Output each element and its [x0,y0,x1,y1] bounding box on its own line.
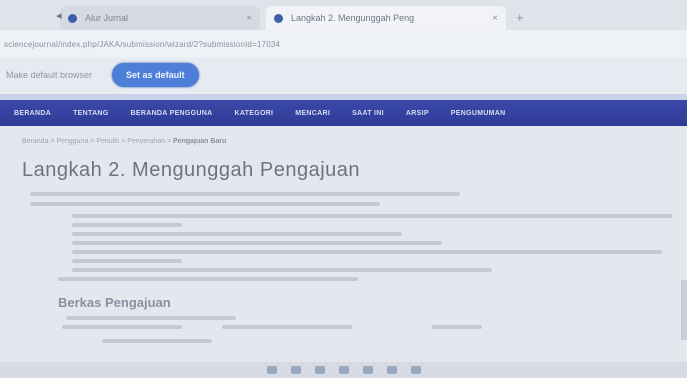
scrollbar[interactable] [681,280,687,340]
wizard-steps-line [30,192,669,196]
url-text[interactable]: sciencejournal/index.php/JAKA/submission… [4,40,280,49]
tab-arrow-icon[interactable]: ◂ [56,9,62,22]
blurred-text-line [72,241,442,245]
close-icon[interactable]: × [492,13,498,24]
file-explorer-icon[interactable] [362,366,373,374]
start-icon[interactable] [266,366,277,374]
nav-item-tentang[interactable]: TENTANG [73,110,108,117]
infobar-message: Make default browser [6,70,93,80]
blurred-text-line [62,325,182,329]
address-bar[interactable]: sciencejournal/index.php/JAKA/submission… [0,30,687,58]
mail-icon[interactable] [410,366,421,374]
tab-title: Langkah 2. Mengunggah Peng [291,13,415,23]
page-title: Langkah 2. Mengunggah Pengajuan [22,159,360,181]
blurred-text-line [72,250,662,254]
new-tab-icon[interactable]: + [516,10,524,25]
os-taskbar [0,362,687,378]
blurred-text-line [432,325,482,329]
blurred-text-line [66,316,236,320]
nav-item-arsip[interactable]: ARSIP [406,110,429,117]
browser-tab-strip: ◂ Alur Jurnal × Langkah 2. Mengunggah Pe… [0,0,687,30]
site-favicon-icon [68,13,77,23]
upload-file-link[interactable] [102,339,212,343]
edge-browser-icon[interactable] [338,366,349,374]
nav-item-pengumuman[interactable]: PENGUMUMAN [451,110,506,117]
tab-title: Alur Jurnal [85,13,129,23]
nav-item-beranda[interactable]: BERANDA [14,110,51,117]
set-as-default-button[interactable]: Set as default [112,63,199,87]
nav-item-beranda-pengguna[interactable]: BERANDA PENGGUNA [131,110,213,117]
blurred-text-line [72,232,402,236]
site-navigation: BERANDA TENTANG BERANDA PENGGUNA KATEGOR… [0,100,687,126]
site-favicon-icon [274,13,283,23]
task-view-icon[interactable] [314,366,325,374]
breadcrumb: Beranda > Pengguna > Penulis > Penyeraha… [22,138,669,145]
blurred-text-line [222,325,352,329]
blurred-text-line [72,214,672,218]
store-icon[interactable] [386,366,397,374]
blurred-text-line [72,223,182,227]
search-icon[interactable] [290,366,301,374]
section-title: Berkas Pengajuan [58,295,171,310]
blurred-text-line [30,192,460,196]
close-icon[interactable]: × [246,13,252,24]
blurred-text-line [30,202,380,206]
nav-item-saat-ini[interactable]: SAAT INI [352,110,384,117]
breadcrumb-current: Pengajuan Baru [173,138,227,145]
blurred-text-line [72,268,492,272]
nav-item-mencari[interactable]: MENCARI [295,110,330,117]
intro-text [30,202,669,206]
blurred-text-line [58,277,358,281]
blurred-text-line [72,259,182,263]
nav-item-kategori[interactable]: KATEGORI [234,110,273,117]
breadcrumb-path[interactable]: Beranda > Pengguna > Penulis > Penyeraha… [22,138,173,145]
browser-tab-2[interactable]: Langkah 2. Mengunggah Peng × [266,6,506,30]
file-row [62,325,669,329]
instructions-list [72,214,672,272]
main-content: Beranda > Pengguna > Penulis > Penyeraha… [0,126,687,378]
browser-tab-1[interactable]: Alur Jurnal × [60,6,260,30]
default-browser-infobar: Make default browser Set as default [0,58,687,92]
